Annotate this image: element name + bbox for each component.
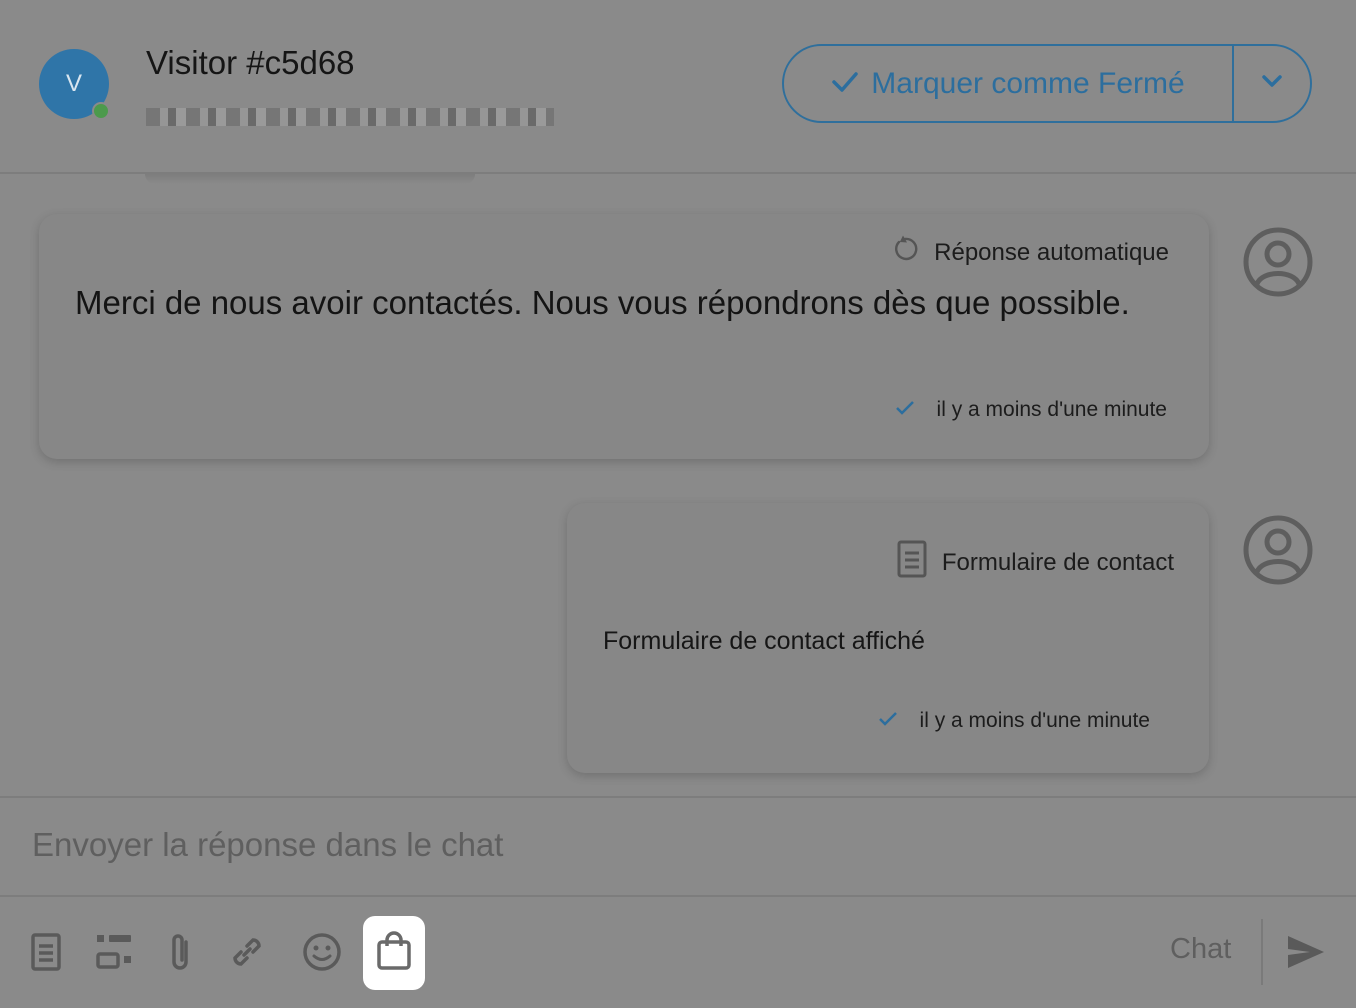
status-dropdown-button[interactable] <box>1234 46 1310 121</box>
message-card: Formulaire de contact Formulaire de cont… <box>567 503 1209 773</box>
message-time-label: il y a moins d'une minute <box>919 709 1150 732</box>
message-timestamp: il y a moins d'une minute <box>895 398 1167 422</box>
attachment-icon[interactable] <box>160 932 200 972</box>
message-type-label: Formulaire de contact <box>941 548 1174 576</box>
reply-input[interactable]: Envoyer la réponse dans le chat <box>32 826 503 864</box>
refresh-icon <box>890 234 920 271</box>
chat-mode-label[interactable]: Chat <box>1170 933 1231 966</box>
agent-avatar-icon <box>1242 514 1314 586</box>
mark-closed-label: Marquer comme Fermé <box>871 66 1185 100</box>
chevron-down-icon <box>1261 74 1283 93</box>
message-timestamp: il y a moins d'une minute <box>878 709 1150 733</box>
avatar-letter: V <box>65 70 82 97</box>
agent-avatar-icon <box>1242 226 1314 298</box>
composer-divider <box>0 796 1356 798</box>
online-status-dot <box>92 102 110 120</box>
message-type: Formulaire de contact <box>896 539 1174 586</box>
message-text: Merci de nous avoir contactés. Nous vous… <box>75 284 1130 321</box>
toolbar-separator <box>1261 919 1263 985</box>
form-icon <box>896 539 928 586</box>
emoji-icon[interactable] <box>302 932 342 972</box>
message-type: Réponse automatique <box>890 234 1169 271</box>
link-icon[interactable] <box>227 932 267 972</box>
shopping-bag-button[interactable] <box>363 916 425 990</box>
message-type-label: Réponse automatique <box>934 238 1169 266</box>
mark-closed-button[interactable]: Marquer comme Fermé <box>784 46 1232 121</box>
message-time-label: il y a moins d'une minute <box>936 398 1167 421</box>
scroll-shadow <box>145 174 475 184</box>
send-icon[interactable] <box>1286 932 1326 972</box>
shopping-bag-icon <box>375 930 413 976</box>
canned-responses-icon[interactable] <box>94 932 134 972</box>
form-icon[interactable] <box>26 932 66 972</box>
check-icon <box>878 709 898 733</box>
toolbar-divider <box>0 895 1356 897</box>
conversation-header: V Visitor #c5d68 Marquer comme Fermé <box>0 0 1356 172</box>
message-text: Formulaire de contact affiché <box>603 627 925 655</box>
check-icon <box>831 67 859 101</box>
close-conversation-split-button: Marquer comme Fermé <box>782 44 1312 123</box>
redacted-visitor-info <box>146 108 554 126</box>
visitor-name: Visitor #c5d68 <box>146 44 355 81</box>
message-card: Réponse automatique Merci de nous avoir … <box>39 214 1209 459</box>
check-icon <box>895 398 915 422</box>
